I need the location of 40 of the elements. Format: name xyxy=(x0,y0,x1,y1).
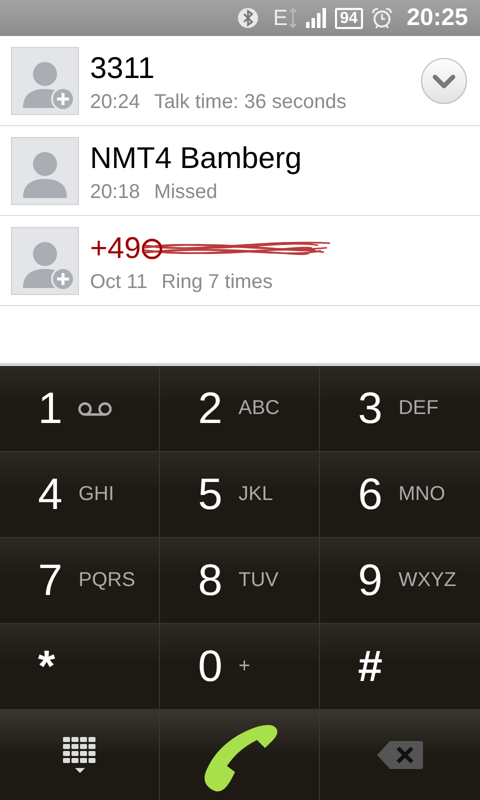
caller-name: NMT4 Bamberg xyxy=(90,140,302,176)
contact-avatar-icon[interactable] xyxy=(11,136,79,204)
call-time: Oct 11 xyxy=(90,270,148,294)
dial-key[interactable]: 2 ABC xyxy=(160,366,320,452)
call-log-entry[interactable]: 3311 20:24 Talk time: 36 seconds xyxy=(0,36,480,126)
caller-name: 3311 xyxy=(90,50,155,86)
dial-key[interactable]: 0 + xyxy=(160,624,320,710)
chevron-down-button[interactable] xyxy=(420,56,468,104)
call-detail: Missed xyxy=(154,180,218,204)
call-detail: Talk time: 36 seconds xyxy=(154,90,346,114)
bluetooth-icon xyxy=(237,7,260,29)
call-log-entry[interactable]: +49 Oct 11 Ring 7 times xyxy=(0,216,480,306)
call-button[interactable] xyxy=(160,710,320,800)
contact-add-avatar-icon[interactable] xyxy=(11,226,79,294)
signal-icon xyxy=(304,8,327,28)
call-log-entry[interactable]: NMT4 Bamberg 20:18 Missed xyxy=(0,126,480,216)
dial-key[interactable]: # xyxy=(320,624,480,710)
call-time: 20:24 xyxy=(90,90,140,114)
alarm-clock-icon xyxy=(370,7,393,29)
clock-time: 20:25 xyxy=(406,4,468,32)
data-arrows-icon xyxy=(288,8,297,28)
battery-level: 94 xyxy=(334,8,363,28)
dial-key[interactable]: 9 WXYZ xyxy=(320,538,480,624)
dial-key[interactable]: 3 DEF xyxy=(320,366,480,452)
dialpad-toggle-button[interactable] xyxy=(0,710,160,800)
voicemail-icon xyxy=(78,402,112,416)
dial-key[interactable]: 7 PQRS xyxy=(0,538,160,624)
dial-key[interactable]: 4 GHI xyxy=(0,452,160,538)
dial-key[interactable]: 8 TUV xyxy=(160,538,320,624)
contact-add-avatar-icon[interactable] xyxy=(11,46,79,114)
dial-key[interactable]: 6 MNO xyxy=(320,452,480,538)
backspace-icon xyxy=(376,739,424,771)
dialpad-grid-icon xyxy=(63,737,96,773)
dial-key[interactable]: 5 JKL xyxy=(160,452,320,538)
dial-key[interactable]: 1 xyxy=(0,366,160,452)
network-type: E xyxy=(273,5,288,31)
call-detail: Ring 7 times xyxy=(161,270,273,294)
call-time: 20:18 xyxy=(90,180,140,204)
dial-key[interactable]: * xyxy=(0,624,160,710)
caller-name: +49 xyxy=(90,230,141,266)
